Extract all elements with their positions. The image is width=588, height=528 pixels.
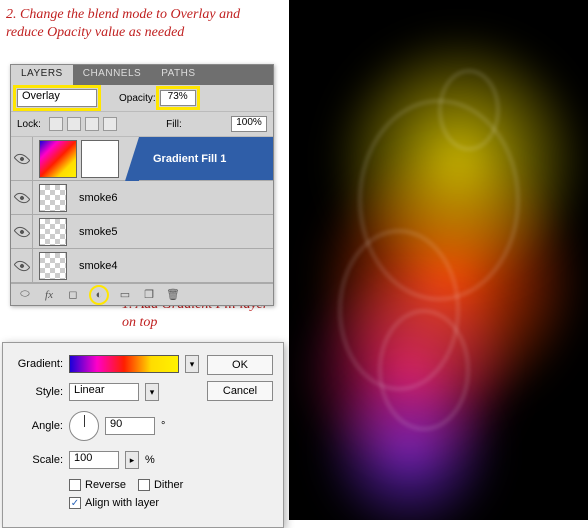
result-preview-image xyxy=(289,0,588,520)
gradient-thumbnail[interactable] xyxy=(39,140,77,178)
lock-icons xyxy=(49,117,117,131)
annotation-step2: 2. Change the blend mode to Overlay and … xyxy=(6,6,256,42)
angle-input[interactable]: 90 xyxy=(105,417,155,435)
layer-name: smoke6 xyxy=(79,192,118,204)
dither-label: Dither xyxy=(154,479,183,491)
angle-label: Angle: xyxy=(13,420,63,432)
layer-smoke4[interactable]: smoke4 xyxy=(11,249,273,283)
lock-transparency-icon[interactable] xyxy=(49,117,63,131)
scale-unit: % xyxy=(145,454,155,466)
visibility-icon[interactable] xyxy=(13,223,30,240)
ok-button[interactable]: OK xyxy=(207,355,273,375)
reverse-label: Reverse xyxy=(85,479,126,491)
lock-pixels-icon[interactable] xyxy=(67,117,81,131)
visibility-icon[interactable] xyxy=(13,257,30,274)
layer-smoke6[interactable]: smoke6 xyxy=(11,181,273,215)
gradient-swatch[interactable] xyxy=(69,355,179,373)
lock-all-icon[interactable] xyxy=(103,117,117,131)
opacity-label: Opacity: xyxy=(119,93,156,104)
mask-thumbnail[interactable] xyxy=(81,140,119,178)
group-icon[interactable]: ▭ xyxy=(117,288,133,302)
visibility-icon[interactable] xyxy=(13,150,30,167)
tab-layers[interactable]: LAYERS xyxy=(11,65,73,85)
style-label: Style: xyxy=(13,386,63,398)
layer-name: smoke4 xyxy=(79,260,118,272)
tab-channels[interactable]: CHANNELS xyxy=(73,65,151,85)
scale-input[interactable]: 100 xyxy=(69,451,119,469)
lock-fill-row: Lock: Fill: 100% xyxy=(11,112,273,137)
scale-label: Scale: xyxy=(13,454,63,466)
align-checkbox[interactable]: ✓ Align with layer xyxy=(69,497,159,509)
angle-unit: ° xyxy=(161,420,165,432)
fx-icon[interactable]: fx xyxy=(41,288,57,302)
visibility-icon[interactable] xyxy=(13,189,30,206)
layer-name: smoke5 xyxy=(79,226,118,238)
gradient-label: Gradient: xyxy=(13,358,63,370)
gradient-fill-dialog: OK Cancel Gradient: ▾ Style: Linear ▾ An… xyxy=(2,342,284,528)
fill-input[interactable]: 100% xyxy=(231,116,267,132)
dither-checkbox[interactable]: Dither xyxy=(138,479,183,491)
checkbox-icon xyxy=(69,479,81,491)
link-layers-icon[interactable]: ⬭ xyxy=(17,288,33,302)
layer-list: Gradient Fill 1 smoke6 smoke5 smoke4 xyxy=(11,137,273,283)
gradient-dropdown-icon[interactable]: ▾ xyxy=(185,355,199,373)
scale-stepper-icon[interactable]: ▸ xyxy=(125,451,139,469)
checkbox-icon: ✓ xyxy=(69,497,81,509)
mask-icon[interactable]: ◻ xyxy=(65,288,81,302)
style-select[interactable]: Linear xyxy=(69,383,139,401)
tab-paths[interactable]: PATHS xyxy=(151,65,205,85)
reverse-checkbox[interactable]: Reverse xyxy=(69,479,126,491)
fill-label: Fill: xyxy=(166,119,182,130)
layer-thumbnail[interactable] xyxy=(39,184,67,212)
adjustment-layer-icon[interactable]: ◐ xyxy=(89,285,109,305)
panel-tabs: LAYERS CHANNELS PATHS xyxy=(11,65,273,85)
panel-footer: ⬭ fx ◻ ◐ ▭ ❐ 🗑 xyxy=(11,283,273,305)
checkbox-icon xyxy=(138,479,150,491)
blend-mode-select[interactable]: Overlay xyxy=(17,89,97,107)
layer-smoke5[interactable]: smoke5 xyxy=(11,215,273,249)
lock-position-icon[interactable] xyxy=(85,117,99,131)
layer-name: Gradient Fill 1 xyxy=(153,153,226,165)
cancel-button[interactable]: Cancel xyxy=(207,381,273,401)
lock-label: Lock: xyxy=(17,119,41,130)
trash-icon[interactable]: 🗑 xyxy=(165,288,181,302)
layer-thumbnail[interactable] xyxy=(39,218,67,246)
angle-dial[interactable] xyxy=(69,411,99,441)
layer-gradient-fill-1[interactable]: Gradient Fill 1 xyxy=(11,137,273,181)
new-layer-icon[interactable]: ❐ xyxy=(141,288,157,302)
opacity-input[interactable]: 73% xyxy=(160,90,196,106)
style-dropdown-icon[interactable]: ▾ xyxy=(145,383,159,401)
align-label: Align with layer xyxy=(85,497,159,509)
blend-opacity-row: Overlay Opacity: 73% xyxy=(11,85,273,112)
layers-panel: LAYERS CHANNELS PATHS Overlay Opacity: 7… xyxy=(10,64,274,306)
layer-thumbnail[interactable] xyxy=(39,252,67,280)
